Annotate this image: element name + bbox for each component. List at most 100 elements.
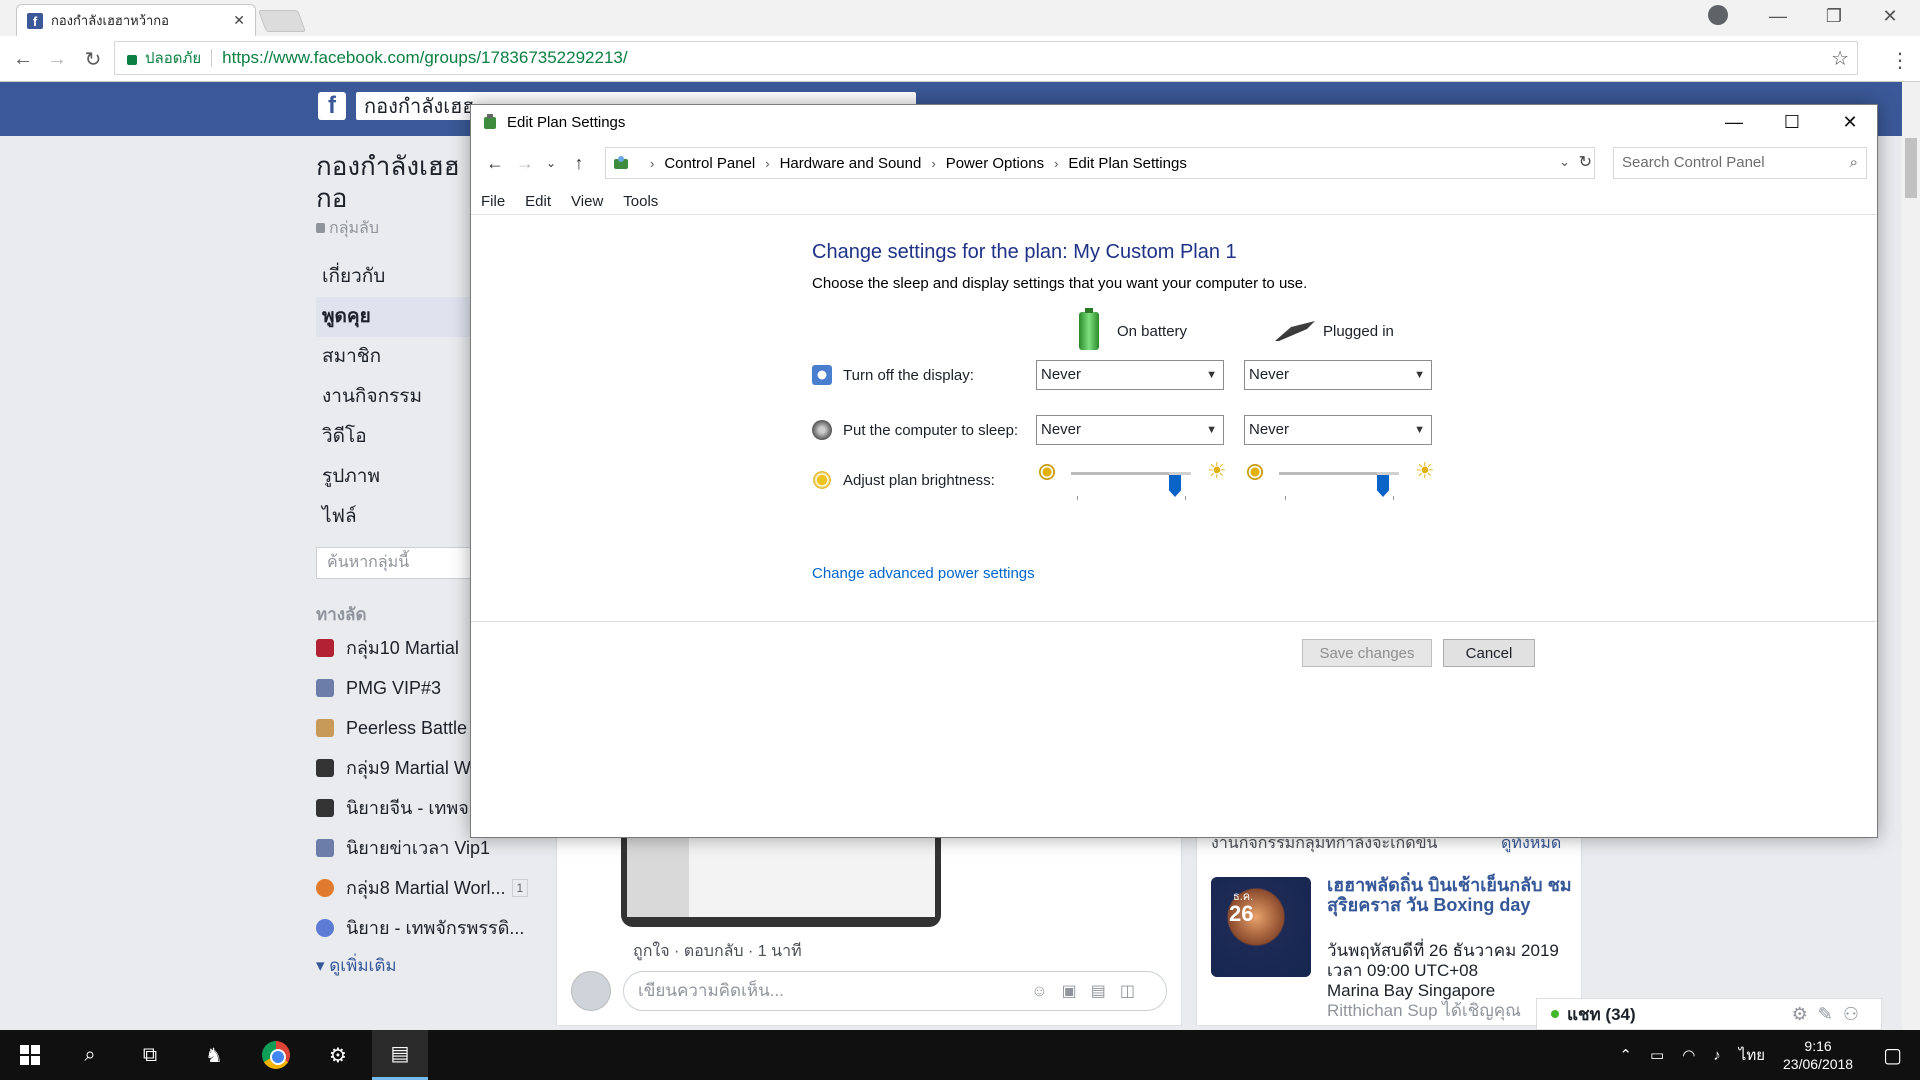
shortcut-label: นิยายข่าเวลา Vip1 bbox=[346, 838, 491, 858]
close-tab-icon[interactable]: ✕ bbox=[233, 12, 245, 29]
menu-file[interactable]: File bbox=[481, 193, 505, 210]
shortcut-label: PMG VIP#3 bbox=[346, 678, 442, 698]
search-icon[interactable]: ⌕ bbox=[1850, 148, 1858, 178]
sleep-row: Put the computer to sleep: bbox=[812, 415, 1018, 445]
crumb-edit-plan[interactable]: Edit Plan Settings bbox=[1068, 155, 1186, 172]
profile-icon[interactable] bbox=[1708, 5, 1728, 25]
slider-track[interactable] bbox=[1279, 472, 1399, 500]
camera-icon[interactable]: ▣ bbox=[1062, 983, 1091, 1000]
browser-tab[interactable]: f กองกำลังเฮฮาหว้ากอ ✕ bbox=[16, 4, 256, 36]
sleep-plugged-select[interactable]: Never ▼ bbox=[1244, 415, 1432, 445]
scrollbar-thumb[interactable] bbox=[1905, 138, 1917, 198]
sleep-battery-select[interactable]: Never ▼ bbox=[1036, 415, 1224, 445]
minimize-icon[interactable]: — bbox=[1750, 0, 1806, 32]
graduation-cap-icon bbox=[316, 759, 334, 777]
plugged-in-header: Plugged in bbox=[1275, 311, 1394, 351]
app-icon[interactable]: ♞ bbox=[186, 1030, 242, 1080]
plug-icon bbox=[1275, 321, 1315, 341]
people-icon[interactable]: ⚇ bbox=[1843, 1004, 1869, 1024]
browser-menu-icon[interactable]: ⋮ bbox=[1890, 48, 1910, 73]
dialog-titlebar[interactable]: Edit Plan Settings — ☐ ✕ bbox=[471, 105, 1877, 139]
search-icon[interactable]: ⌕ bbox=[62, 1030, 118, 1080]
task-view-icon[interactable]: ⧉ bbox=[122, 1030, 178, 1080]
avatar[interactable] bbox=[571, 971, 611, 1011]
control-panel-taskbar-button[interactable]: ▤ bbox=[372, 1030, 428, 1080]
slider-thumb[interactable] bbox=[1377, 475, 1389, 497]
emoji-icon[interactable]: ☺ bbox=[1031, 983, 1061, 1000]
crumb-power-options[interactable]: Power Options bbox=[946, 155, 1044, 172]
see-more-link[interactable]: ▾ ดูเพิ่มเติม bbox=[316, 952, 516, 979]
minimize-icon[interactable]: — bbox=[1705, 105, 1763, 139]
crumb-hardware-sound[interactable]: Hardware and Sound bbox=[780, 155, 922, 172]
chrome-taskbar-button[interactable] bbox=[248, 1030, 304, 1080]
close-window-icon[interactable]: ✕ bbox=[1862, 0, 1918, 32]
event-title[interactable]: เฮฮาพลัดถิ่น บินเช้าเย็นกลับ ชมสุริยคราส… bbox=[1327, 875, 1577, 915]
breadcrumb[interactable]: › Control Panel › Hardware and Sound › P… bbox=[605, 147, 1595, 179]
chevron-up-icon[interactable]: ⌃ bbox=[1619, 1046, 1632, 1064]
forward-icon[interactable]: → bbox=[513, 151, 537, 175]
control-panel-icon bbox=[614, 156, 628, 169]
shortcut-label: กลุ่ม9 Martial W bbox=[346, 758, 471, 778]
start-button[interactable] bbox=[2, 1030, 58, 1080]
close-icon[interactable]: ✕ bbox=[1821, 105, 1877, 139]
recent-locations-icon[interactable]: ⌄ bbox=[539, 151, 563, 175]
sticker-icon[interactable]: ◫ bbox=[1120, 983, 1149, 1000]
battery-icon[interactable]: ▭ bbox=[1650, 1046, 1664, 1064]
display-plugged-select[interactable]: Never ▼ bbox=[1244, 360, 1432, 390]
notifications-icon[interactable]: ▢ bbox=[1883, 1043, 1902, 1068]
maximize-icon[interactable]: ☐ bbox=[1763, 105, 1821, 139]
settings-gear-icon[interactable]: ⚙ bbox=[310, 1030, 366, 1080]
gear-icon[interactable]: ⚙ bbox=[1792, 1004, 1818, 1024]
display-battery-select[interactable]: Never ▼ bbox=[1036, 360, 1224, 390]
reload-icon[interactable]: ↻ bbox=[80, 46, 106, 72]
brightness-battery-slider[interactable]: ☀ bbox=[1039, 458, 1239, 500]
back-icon[interactable]: ← bbox=[483, 151, 507, 175]
save-changes-button[interactable]: Save changes bbox=[1302, 639, 1432, 667]
basketball-icon bbox=[316, 879, 334, 897]
chevron-down-icon: ▼ bbox=[1414, 369, 1425, 381]
facebook-logo-icon[interactable]: f bbox=[318, 92, 346, 120]
menu-tools[interactable]: Tools bbox=[623, 193, 658, 210]
chevron-down-icon[interactable]: ⌄ bbox=[1559, 154, 1570, 170]
menu-edit[interactable]: Edit bbox=[525, 193, 551, 210]
system-tray: ⌃ ▭ ◠ ♪ ไทย 9:16 23/06/2018 ▢ bbox=[1619, 1030, 1920, 1080]
up-icon[interactable]: ↑ bbox=[567, 151, 591, 175]
page-scrollbar[interactable] bbox=[1902, 82, 1920, 1030]
restore-icon[interactable]: ❐ bbox=[1806, 0, 1862, 32]
shortcut-item[interactable]: นิยาย - เทพจักรพรรดิ... bbox=[316, 908, 524, 948]
forward-icon[interactable]: → bbox=[44, 46, 70, 72]
slider-thumb[interactable] bbox=[1169, 475, 1181, 497]
cancel-button[interactable]: Cancel bbox=[1443, 639, 1535, 667]
slider-track[interactable] bbox=[1071, 472, 1191, 500]
gif-icon[interactable]: ▤ bbox=[1091, 983, 1120, 1000]
chevron-right-icon: › bbox=[931, 155, 936, 171]
event-thumbnail[interactable]: ธ.ค. 26 bbox=[1211, 877, 1311, 977]
volume-icon[interactable]: ♪ bbox=[1713, 1047, 1721, 1064]
post-image[interactable] bbox=[621, 831, 941, 927]
on-battery-header: On battery bbox=[1079, 308, 1188, 351]
new-tab-button[interactable] bbox=[257, 10, 307, 32]
clock[interactable]: 9:16 23/06/2018 bbox=[1783, 1037, 1853, 1073]
chat-bar[interactable]: แชท (34) ⚙✎⚇ bbox=[1536, 998, 1882, 1030]
brightness-row: Adjust plan brightness: bbox=[812, 465, 995, 495]
address-bar[interactable]: ปลอดภัย https://www.facebook.com/groups/… bbox=[114, 41, 1858, 75]
crumb-control-panel[interactable]: Control Panel bbox=[664, 155, 755, 172]
wifi-icon[interactable]: ◠ bbox=[1682, 1046, 1695, 1064]
menu-view[interactable]: View bbox=[571, 193, 603, 210]
compose-icon[interactable]: ✎ bbox=[1818, 1004, 1843, 1024]
browser-tabstrip: f กองกำลังเฮฮาหว้ากอ ✕ — ❐ ✕ bbox=[0, 0, 1920, 36]
sleep-moon-icon bbox=[812, 420, 832, 440]
refresh-icon[interactable]: ↻ bbox=[1579, 152, 1592, 172]
bookmark-star-icon[interactable]: ☆ bbox=[1831, 46, 1849, 71]
back-icon[interactable]: ← bbox=[10, 46, 36, 72]
brightness-plugged-slider[interactable]: ☀ bbox=[1247, 458, 1447, 500]
clock-time: 9:16 bbox=[1804, 1038, 1832, 1054]
privacy-label: กลุ่มลับ bbox=[329, 220, 379, 237]
shortcut-item[interactable]: กลุ่ม8 Martial Worl... 1 bbox=[316, 868, 529, 908]
chevron-down-icon: ▼ bbox=[1206, 369, 1217, 381]
post-actions[interactable]: ถูกใจ · ตอบกลับ · 1 นาที bbox=[633, 939, 802, 964]
advanced-power-settings-link[interactable]: Change advanced power settings bbox=[812, 565, 1035, 582]
on-battery-label: On battery bbox=[1117, 322, 1188, 340]
control-panel-search-input[interactable]: Search Control Panel ⌕ bbox=[1613, 147, 1867, 179]
input-language[interactable]: ไทย bbox=[1739, 1043, 1765, 1067]
